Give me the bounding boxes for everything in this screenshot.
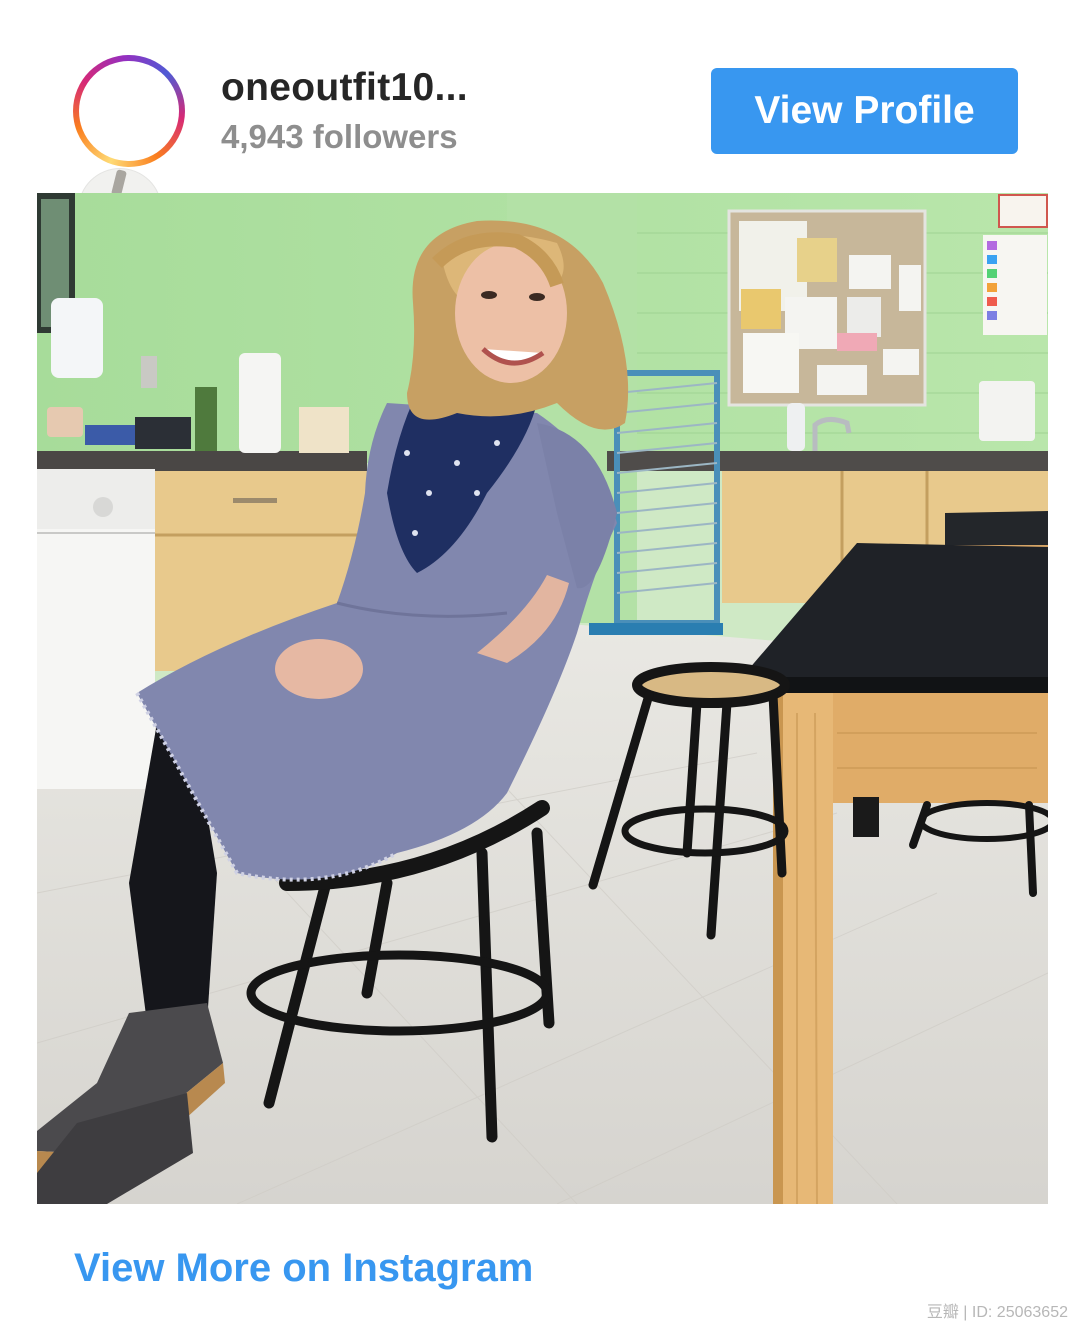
post-photo[interactable] bbox=[37, 193, 1048, 1204]
embed-header: oneoutfit10... 4,943 followers View Prof… bbox=[0, 0, 1080, 193]
view-more-on-instagram-link[interactable]: View More on Instagram bbox=[74, 1246, 533, 1291]
follower-count: 4,943 followers bbox=[221, 118, 458, 155]
avatar[interactable] bbox=[73, 55, 185, 167]
avatar-image-fragment bbox=[78, 168, 162, 193]
username[interactable]: oneoutfit10... bbox=[221, 66, 468, 110]
watermark: 豆瓣 | ID: 25063652 bbox=[926, 1304, 1068, 1321]
view-profile-button[interactable]: View Profile bbox=[711, 68, 1018, 154]
